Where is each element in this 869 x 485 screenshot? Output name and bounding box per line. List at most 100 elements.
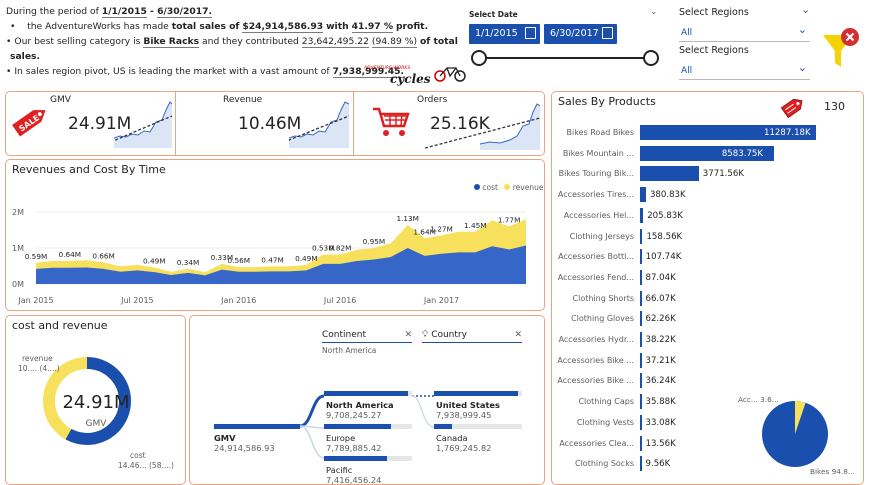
- product-bar-label: Clothing Jerseys: [569, 231, 634, 241]
- product-bar[interactable]: [640, 311, 642, 327]
- x-tick-label: Jul 2016: [323, 296, 357, 305]
- data-label: 0.34M: [177, 258, 200, 267]
- calendar-icon[interactable]: [602, 27, 613, 39]
- product-bar[interactable]: [640, 435, 642, 451]
- tree-node-united-states[interactable]: United States: [436, 400, 500, 410]
- product-bar-value: 3771.56K: [702, 169, 744, 180]
- tree-node-bar[interactable]: [324, 391, 412, 396]
- tree-node-bar[interactable]: [434, 391, 522, 396]
- x-tick-label: Jan 2016: [220, 296, 256, 305]
- calendar-icon[interactable]: [525, 27, 536, 39]
- date-filter-label: Select Date: [469, 10, 518, 19]
- product-bar-value: 380.83K: [649, 190, 686, 201]
- kpi-gmv: SALE GMV 24.91M: [6, 92, 174, 154]
- product-bar-label: Clothing Gloves: [571, 314, 634, 324]
- product-bar-label: Clothing Vests: [576, 417, 634, 427]
- summary-text-fragment: Our best selling category is: [14, 36, 141, 47]
- product-bar[interactable]: [640, 332, 642, 347]
- data-label: 1.27M: [430, 224, 453, 233]
- data-label: 0.66M: [92, 251, 115, 260]
- sales-by-products-panel: Sales By Products 130 Bikes Road Bikes 11…: [551, 91, 864, 485]
- product-bar-label: Accessories Hel...: [563, 210, 634, 220]
- date-slider-handle-end[interactable]: [643, 50, 659, 66]
- region-filter-2-select[interactable]: All ⌄: [679, 61, 810, 80]
- tree-node-bar[interactable]: [434, 424, 522, 429]
- tree-node-canada[interactable]: Canada: [436, 433, 468, 443]
- product-bar-value: 62.26K: [645, 314, 676, 325]
- product-bar[interactable]: [640, 228, 643, 244]
- summary-text-fragment: sales.: [10, 51, 41, 62]
- clear-filters-funnel-icon[interactable]: [821, 27, 863, 69]
- summary-date-to: 6/30/2017.: [157, 6, 213, 18]
- tree-node-bar-fill: [324, 424, 391, 429]
- product-bar-label: Accessories Hydr...: [558, 335, 634, 344]
- region-filter-1-select[interactable]: All ⌄: [679, 23, 810, 42]
- product-bar-value: 87.04K: [645, 272, 676, 283]
- date-from-input[interactable]: 1/1/2015: [469, 24, 540, 44]
- y-tick-label: 1M: [12, 244, 24, 253]
- product-bar-label: Accessories Bike ...: [557, 376, 634, 386]
- product-bar[interactable]: [640, 166, 699, 182]
- shopping-cart-icon: [373, 107, 410, 136]
- donut-panel: cost and revenue 24.91M GMV revenue 10..…: [5, 315, 186, 485]
- product-bar[interactable]: [640, 373, 642, 389]
- summary-date-from: 1/1/2015: [101, 6, 147, 18]
- x-tick-label: Jan 2017: [423, 296, 459, 305]
- date-slider[interactable]: [471, 50, 659, 66]
- summary-line-3b: sales.: [6, 49, 458, 64]
- summary-text-fragment: of total: [419, 36, 458, 47]
- donut-center-label: GMV: [85, 419, 107, 429]
- kpi-revenue-title: Revenue: [223, 95, 263, 105]
- region-filter-2-label: Select Regions: [679, 45, 749, 56]
- donut-title: cost and revenue: [12, 319, 108, 332]
- product-bar-value: 13.56K: [645, 438, 676, 449]
- date-from-value: 1/1/2015: [475, 28, 518, 39]
- kpi-divider: [175, 92, 176, 155]
- product-bar[interactable]: [640, 187, 646, 203]
- product-bar[interactable]: [640, 414, 642, 430]
- product-bar-value: 11287.18K: [764, 128, 811, 138]
- product-bar-label: Accessories Tires...: [557, 190, 634, 200]
- tree-node-north-america[interactable]: North America: [326, 400, 394, 410]
- product-bar-label: Accessories Bike ...: [557, 355, 634, 365]
- date-filter-chevron-icon[interactable]: ⌄: [650, 7, 658, 17]
- data-label: 0.47M: [261, 255, 284, 264]
- tree-node-pacific[interactable]: Pacific: [326, 465, 352, 475]
- tree-node-canada-value: 1,769,245.82: [436, 443, 492, 453]
- data-label: 0.59M: [25, 252, 48, 261]
- product-bar-value: 38.22K: [645, 335, 676, 345]
- kpi-revenue: Revenue 10.46M: [177, 92, 352, 154]
- product-bar-label: Clothing Socks: [575, 459, 634, 469]
- tree-node-bar[interactable]: [324, 456, 412, 461]
- bullet: •: [10, 21, 28, 32]
- product-bar[interactable]: [640, 269, 642, 285]
- product-bar-label: Accessories Bottl...: [558, 252, 634, 262]
- donut-revenue-label: revenue: [22, 354, 53, 363]
- summary-line-3: • Our best selling category is Bike Rack…: [6, 34, 458, 49]
- product-bar[interactable]: [640, 207, 644, 223]
- summary-text-fragment: and they contributed: [202, 36, 299, 47]
- region-filter-1-chevron-icon[interactable]: ⌄: [801, 3, 810, 16]
- pie-label-accessories: Acc... 3.6...: [738, 395, 779, 404]
- product-bar-value: 66.07K: [645, 293, 676, 304]
- product-bar[interactable]: [640, 249, 642, 265]
- logo-text-cycles: cycles: [390, 72, 431, 86]
- product-bar[interactable]: [640, 456, 642, 472]
- tree-node-europe-value: 7,789,885.42: [326, 443, 382, 453]
- tree-node-united-states-value: 7,938,999.45: [436, 410, 492, 420]
- tree-node-europe[interactable]: Europe: [326, 433, 355, 443]
- donut-center-value: 24.91M: [62, 392, 130, 413]
- product-bar[interactable]: [640, 352, 642, 368]
- revenue-cost-chart-panel: Revenues and Cost By Time cost revenue 2…: [5, 159, 545, 311]
- tree-node-bar[interactable]: [324, 424, 412, 429]
- product-bar[interactable]: [640, 290, 642, 306]
- x-tick-label: Jan 2015: [17, 296, 53, 305]
- kpi-orders-sparkline: [425, 103, 540, 150]
- date-to-input[interactable]: 6/30/2017: [544, 24, 617, 44]
- product-bar-label: Bikes Touring Bik...: [558, 169, 634, 179]
- product-bar-value: 36.24K: [645, 376, 676, 387]
- bicycle-icon: [434, 67, 466, 82]
- y-tick-label: 2M: [12, 208, 24, 217]
- product-bar[interactable]: [640, 394, 642, 410]
- date-slider-handle-start[interactable]: [471, 50, 487, 66]
